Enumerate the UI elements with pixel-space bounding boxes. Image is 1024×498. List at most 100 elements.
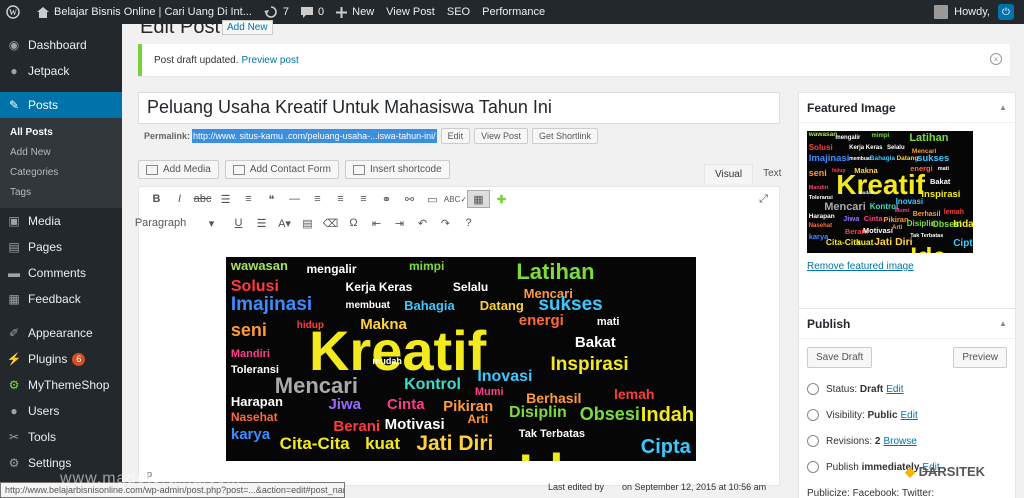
word-cloud-word: Arti [467,412,489,426]
add-contact-form-button[interactable]: Add Contact Form [224,160,339,179]
remove-featured-image-link[interactable]: Remove featured image [807,261,914,272]
submenu-add-new[interactable]: Add New [0,142,122,162]
special-character-icon[interactable]: Ω [342,214,365,232]
submenu-all-posts[interactable]: All Posts [0,122,122,142]
sidebar-item-jetpack[interactable]: ● Jetpack [0,58,122,84]
redo-icon[interactable]: ↷ [434,214,457,232]
justify-icon[interactable]: ☰ [250,214,273,232]
toolbar-toggle-icon[interactable]: ▦ [467,190,490,208]
numbered-list-icon[interactable]: ≡ [237,190,260,208]
insert-shortcode-button[interactable]: Insert shortcode [344,160,450,179]
add-media-button[interactable]: Add Media [138,160,219,179]
sidebar-item-comments[interactable]: ▬ Comments [0,260,122,286]
undo-icon[interactable]: ↶ [411,214,434,232]
revisions-label: Revisions: [826,435,873,447]
sidebar-item-label: Jetpack [28,64,70,78]
sidebar-item-plugins[interactable]: ⚡ Plugins 6 [0,346,122,372]
blockquote-icon[interactable]: ❝ [260,190,283,208]
new-content-link[interactable]: New [330,0,380,24]
text-color-icon[interactable]: A▾ [273,214,296,232]
howdy-text[interactable]: Howdy, [954,6,990,18]
spellcheck-icon[interactable]: ABC✓ [444,190,467,208]
edit-visibility-link[interactable]: Edit [901,410,918,421]
tab-visual[interactable]: Visual [704,164,754,184]
get-shortlink-button[interactable]: Get Shortlink [532,128,599,144]
tab-text[interactable]: Text [753,164,791,184]
indent-icon[interactable]: ⇥ [388,214,411,232]
content-word-cloud-image[interactable]: wawasan mengalir mimpi Latihan Solusi Kerja K… [226,257,696,461]
pin-icon [807,383,819,395]
save-draft-button[interactable]: Save Draft [807,347,873,368]
sidebar-item-feedback[interactable]: ▦ Feedback [0,286,122,312]
submenu-tags[interactable]: Tags [0,182,122,202]
word-cloud-word: energi [518,312,564,329]
word-cloud-word: Jiwa [328,396,361,413]
clear-formatting-icon[interactable]: ⌫ [319,214,342,232]
word-cloud-word: Kontrol [404,376,461,393]
editor-toolbar-row-2: Paragraph ▾ U ☰ A▾ ▤ ⌫ Ω ⇤ ⇥ ↶ ↷ ? [135,211,779,235]
sidebar-item-media[interactable]: ▣ Media [0,208,122,234]
sidebar-item-users[interactable]: ● Users [0,398,122,424]
bold-icon[interactable]: B [145,190,168,208]
status-value: Draft [859,383,884,395]
seo-link[interactable]: SEO [441,0,476,24]
add-new-button[interactable]: Add New [222,20,273,35]
collapse-icon[interactable]: ▲ [999,319,1007,328]
featured-image-thumbnail[interactable]: wawasan mengalir mimpi Latihan Solusi Kerja K… [807,131,973,253]
horizontal-line-icon[interactable]: — [283,190,306,208]
underline-icon[interactable]: U [227,214,250,232]
word-cloud-word: membuat [345,300,390,311]
sidebar-item-label: Feedback [28,292,81,306]
dismiss-icon[interactable]: × [990,53,1002,65]
word-cloud-word: Cinta [863,214,883,223]
word-cloud-word: mudah [858,190,874,195]
preview-post-link[interactable]: Preview post [242,55,299,66]
word-cloud-word: Datang [479,298,524,313]
help-icon[interactable]: ? [457,214,480,232]
permalink-url[interactable]: http://www. situs-kamu .com/peluang-usah… [192,129,437,143]
edit-permalink-button[interactable]: Edit [440,128,471,144]
wordpress-logo-icon[interactable]: W [0,0,31,24]
align-center-icon[interactable]: ≡ [329,190,352,208]
add-plugin-icon[interactable]: ✚ [490,190,513,208]
submenu-categories[interactable]: Categories [0,162,122,182]
align-right-icon[interactable]: ≡ [352,190,375,208]
outdent-icon[interactable]: ⇤ [365,214,388,232]
sidebar-item-tools[interactable]: ✂ Tools [0,424,122,450]
sidebar-item-dashboard[interactable]: ◉ Dashboard [0,32,122,58]
add-contact-form-label: Add Contact Form [249,164,331,175]
sidebar-item-mythemeshop[interactable]: ⚙ MyThemeShop [0,372,122,398]
italic-icon[interactable]: I [168,190,191,208]
bullet-list-icon[interactable]: ☰ [214,190,237,208]
performance-link[interactable]: Performance [476,0,551,24]
word-cloud-word: kuat [856,236,874,247]
link-icon[interactable]: ⚭ [375,190,398,208]
avatar[interactable] [934,5,949,19]
sidebar-item-label: MyThemeShop [28,378,110,392]
unlink-icon[interactable]: ⚯ [398,190,421,208]
fullscreen-icon[interactable]: ⤢ [752,190,775,208]
align-left-icon[interactable]: ≡ [306,190,329,208]
read-more-icon[interactable]: ▭ [421,190,444,208]
strikethrough-icon[interactable]: abc [191,190,214,208]
sidebar-item-appearance[interactable]: ✐ Appearance [0,320,122,346]
view-post-button[interactable]: View Post [474,128,529,144]
view-post-link[interactable]: View Post [380,0,441,24]
word-cloud-word: Solusi [808,143,833,153]
word-cloud-word: Ide [910,245,946,254]
post-title-input[interactable]: Peluang Usaha Kreatif Untuk Mahasiswa Ta… [138,92,780,124]
paste-text-icon[interactable]: ▤ [296,214,319,232]
preview-button[interactable]: Preview [953,347,1007,368]
sidebar-item-posts[interactable]: ✎ Posts [0,92,122,118]
dashboard-icon: ◉ [8,38,20,52]
sidebar-item-pages[interactable]: ▤ Pages [0,234,122,260]
sidebar-item-label: Appearance [28,326,93,340]
power-icon[interactable]: ⏻ [998,4,1014,20]
paragraph-select[interactable]: Paragraph ▾ [135,214,227,232]
channel-logo: ◆ DARSITEK [905,464,986,479]
browse-revisions-link[interactable]: Browse [883,436,916,447]
collapse-icon[interactable]: ▲ [999,103,1007,112]
comments-link[interactable]: 0 [295,0,330,24]
edit-status-link[interactable]: Edit [886,384,903,395]
word-cloud-word: Kerja Keras [345,280,413,294]
